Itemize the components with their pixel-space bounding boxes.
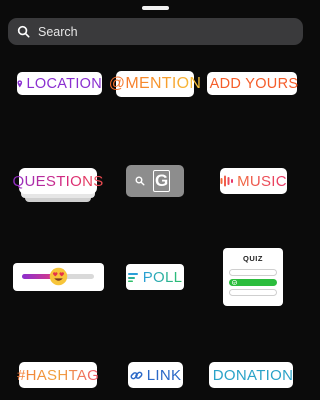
drag-handle[interactable] [142, 6, 169, 10]
quiz-title: QUIZ [243, 254, 263, 263]
poll-icon [127, 273, 138, 282]
poll-label: POLL [142, 268, 183, 286]
mention-label: @MENTION [108, 75, 202, 92]
location-label: LOCATION [26, 75, 102, 92]
link-icon [130, 371, 143, 379]
link-sticker[interactable]: LINK [128, 362, 183, 388]
music-sticker[interactable]: MUSIC [220, 168, 287, 194]
donation-label: DONATION [212, 366, 294, 384]
link-label: LINK [146, 366, 182, 384]
search-icon [17, 25, 30, 38]
quiz-option-correct [229, 279, 277, 286]
heart-eyes-emoji-icon[interactable] [49, 267, 68, 286]
hashtag-label: #HASHTAG [16, 366, 100, 384]
search-icon [135, 176, 145, 186]
location-pin-icon [17, 79, 23, 87]
quiz-sticker[interactable]: QUIZ [223, 248, 283, 306]
add-yours-sticker[interactable]: ADD YOURS [207, 72, 299, 95]
questions-sticker[interactable]: QUESTIONS [12, 168, 103, 194]
location-sticker[interactable]: LOCATION [17, 72, 102, 95]
check-icon [232, 280, 237, 285]
add-yours-label: ADD YOURS [209, 75, 299, 92]
hashtag-sticker[interactable]: #HASHTAG [16, 362, 100, 388]
mention-sticker[interactable]: @MENTION [109, 71, 201, 97]
search-input[interactable]: Search [38, 25, 78, 39]
donation-sticker[interactable]: DONATION [209, 362, 293, 388]
music-bars-icon [220, 175, 234, 187]
search-sticker[interactable]: G [126, 165, 184, 197]
poll-sticker[interactable]: POLL [126, 264, 184, 290]
quiz-option [229, 269, 277, 276]
search-bar[interactable]: Search [8, 18, 303, 45]
music-label: MUSIC [237, 172, 287, 190]
search-sticker-glyph: G [153, 170, 171, 192]
emoji-slider-sticker[interactable] [13, 263, 104, 291]
quiz-option [229, 289, 277, 296]
questions-label: QUESTIONS [12, 172, 104, 190]
